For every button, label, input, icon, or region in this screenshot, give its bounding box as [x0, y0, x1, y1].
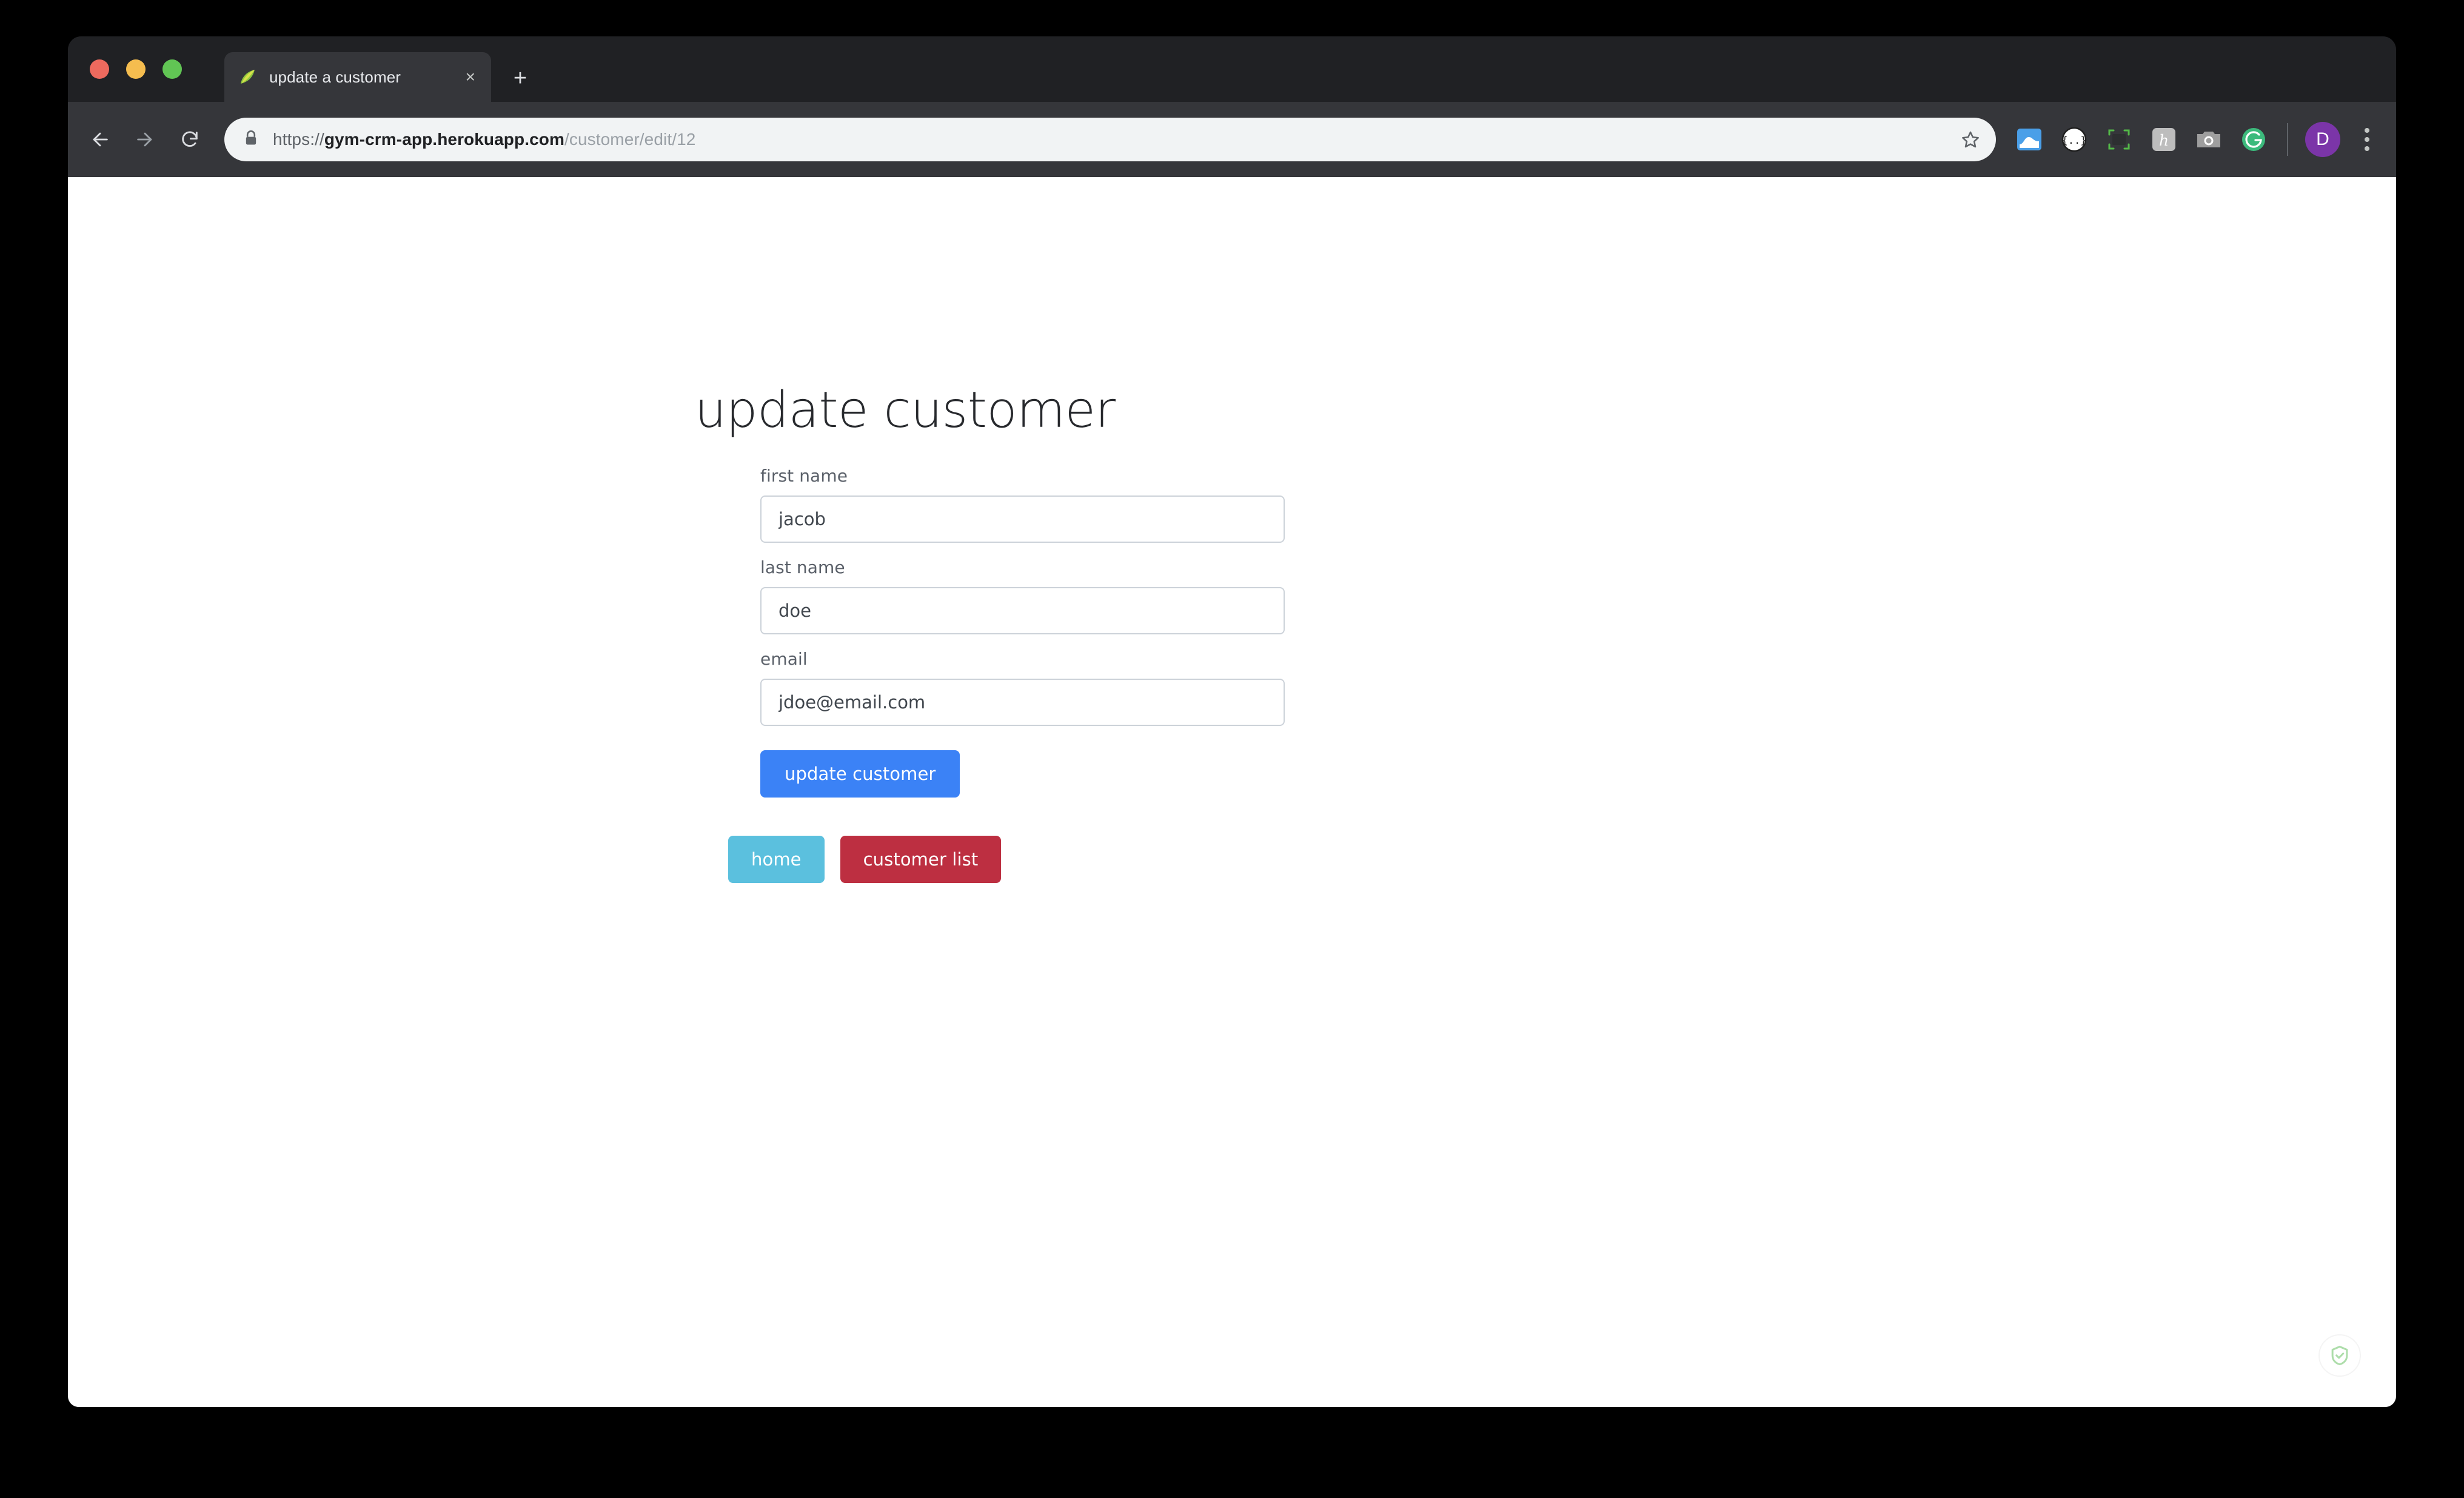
spring-leaf-icon — [236, 66, 258, 88]
svg-text:{..}: {..} — [2062, 135, 2087, 147]
update-customer-form: first name last name email update custom… — [760, 466, 1287, 798]
url-scheme: https:// — [273, 130, 324, 149]
browser-toolbar: https://gym-crm-app.herokuapp.com/custom… — [68, 102, 2396, 177]
star-icon[interactable] — [1951, 130, 1990, 149]
svg-text:h: h — [2159, 132, 2169, 149]
json-viewer-extension-icon[interactable]: {..} — [2057, 123, 2091, 156]
page-title: update customer — [695, 381, 1116, 439]
maximize-window-button[interactable] — [162, 59, 182, 79]
address-bar[interactable]: https://gym-crm-app.herokuapp.com/custom… — [224, 118, 1996, 161]
back-arrow-icon[interactable] — [81, 121, 119, 158]
page-viewport: update customer first name last name ema… — [68, 177, 2396, 1407]
lock-icon — [243, 130, 259, 150]
browser-tab[interactable]: update a customer × — [224, 52, 491, 102]
first-name-input[interactable] — [760, 495, 1285, 543]
close-window-button[interactable] — [90, 59, 109, 79]
three-dot-menu-icon[interactable] — [2351, 121, 2383, 158]
screen-capture-extension-icon[interactable] — [2102, 123, 2136, 156]
last-name-group: last name — [760, 557, 1287, 634]
first-name-label: first name — [760, 466, 848, 486]
url-path: /customer/edit/12 — [564, 130, 696, 149]
last-name-label: last name — [760, 557, 845, 577]
url-domain: gym-crm-app.herokuapp.com — [324, 130, 564, 149]
forward-arrow-icon[interactable] — [126, 121, 164, 158]
tab-title: update a customer — [269, 67, 401, 86]
camera-extension-icon[interactable] — [2192, 123, 2226, 156]
grammarly-extension-icon[interactable] — [2237, 123, 2271, 156]
browser-window: update a customer × + https://gym-crm-ap… — [68, 36, 2396, 1407]
nav-button-row: home customer list — [728, 836, 1002, 883]
last-name-input[interactable] — [760, 587, 1285, 634]
update-customer-button[interactable]: update customer — [760, 750, 960, 798]
primary-action-row: update customer — [760, 750, 1287, 798]
minimize-window-button[interactable] — [126, 59, 146, 79]
close-icon[interactable]: × — [461, 65, 480, 89]
honey-extension-icon[interactable]: h — [2147, 123, 2181, 156]
reload-icon[interactable] — [171, 121, 209, 158]
home-button[interactable]: home — [728, 836, 825, 883]
window-controls — [90, 59, 182, 79]
toolbar-divider — [2287, 123, 2288, 156]
avatar[interactable]: D — [2305, 122, 2340, 157]
url-text: https://gym-crm-app.herokuapp.com/custom… — [273, 130, 1951, 149]
pocket-extension-icon[interactable] — [2012, 123, 2046, 156]
tab-strip: update a customer × + — [68, 36, 2396, 102]
first-name-group: first name — [760, 466, 1287, 543]
new-tab-button[interactable]: + — [506, 64, 535, 93]
email-group: email — [760, 649, 1287, 726]
customer-list-button[interactable]: customer list — [840, 836, 1002, 883]
email-input[interactable] — [760, 679, 1285, 726]
shield-check-icon[interactable] — [2318, 1334, 2361, 1377]
email-label: email — [760, 649, 808, 669]
